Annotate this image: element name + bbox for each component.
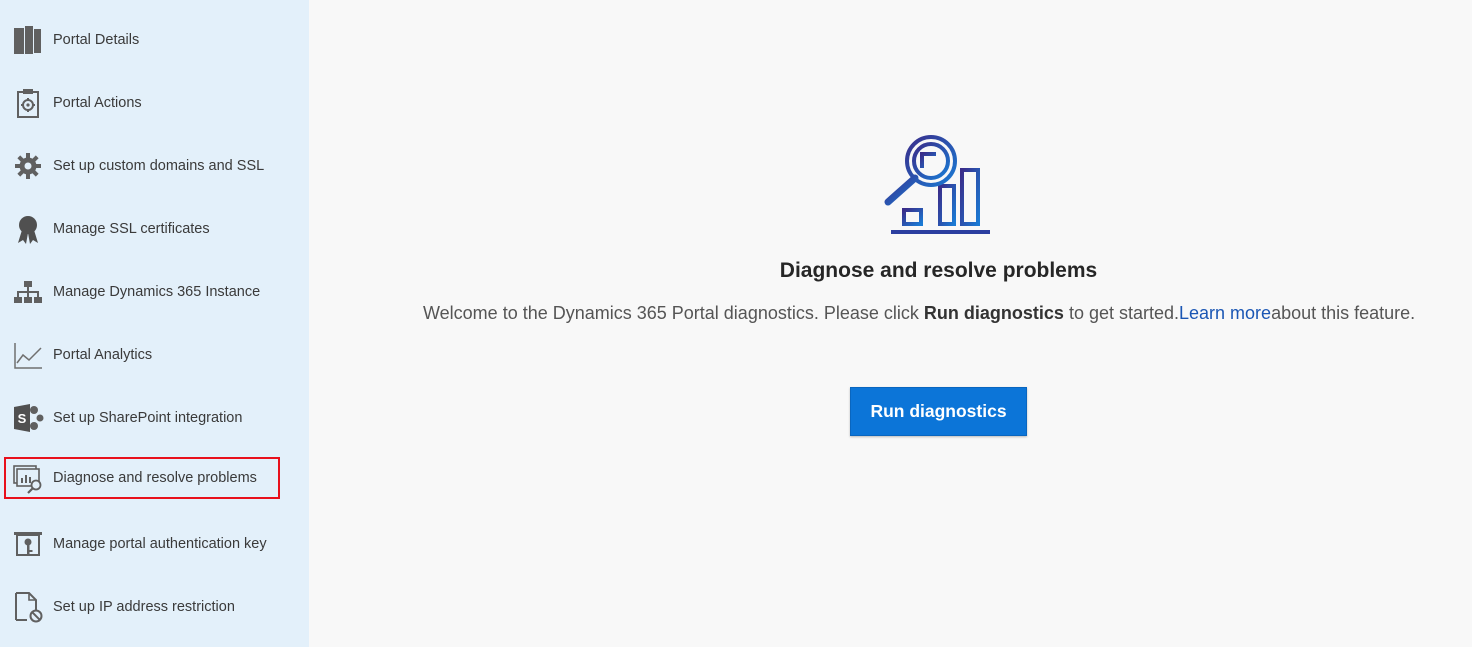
welcome-text-suffix: about this feature. [1271,303,1416,323]
sidebar-item-label: Manage portal authentication key [53,536,267,552]
sharepoint-icon: S [12,402,44,434]
sidebar-item-sharepoint[interactable]: S Set up SharePoint integration [4,397,280,439]
portal-actions-icon [12,87,44,119]
key-icon [12,528,44,560]
welcome-text-middle: to get started. [1068,303,1180,323]
welcome-message: Welcome to the Dynamics 365 Portal diagn… [423,303,1415,324]
sidebar-item-portal-analytics[interactable]: Portal Analytics [4,334,280,376]
sidebar-item-ssl-certificates[interactable]: Manage SSL certificates [4,208,280,250]
sidebar-item-diagnose[interactable]: Diagnose and resolve problems [4,457,280,499]
sidebar: Portal Details Portal Actions Set up cus… [0,0,309,647]
sidebar-item-auth-key[interactable]: Manage portal authentication key [4,523,280,565]
sidebar-item-label: Manage Dynamics 365 Instance [53,284,261,300]
sidebar-item-portal-details[interactable]: Portal Details [4,19,280,61]
welcome-text: Welcome to the Dynamics 365 Portal diagn… [423,303,919,323]
sidebar-item-label: Set up IP address restriction [53,599,235,615]
diagnostics-chart-magnifier-icon [884,128,994,238]
svg-text:S: S [18,411,27,426]
certificate-ribbon-icon [12,213,44,245]
sidebar-item-label: Set up SharePoint integration [53,410,243,426]
main-content: Diagnose and resolve problems Welcome to… [309,0,1472,647]
sidebar-item-label: Set up custom domains and SSL [53,158,265,174]
gear-icon [12,150,44,182]
sidebar-item-dynamics-instance[interactable]: Manage Dynamics 365 Instance [4,271,280,313]
line-chart-icon [12,339,44,371]
portal-details-icon [12,24,44,56]
run-diagnostics-button[interactable]: Run diagnostics [850,387,1027,436]
sidebar-item-custom-domains[interactable]: Set up custom domains and SSL [4,145,280,187]
page-title: Diagnose and resolve problems [779,259,1098,282]
welcome-bold-text: Run diagnostics [923,303,1064,323]
sidebar-item-label: Diagnose and resolve problems [53,470,257,486]
sidebar-item-ip-restriction[interactable]: Set up IP address restriction [4,586,280,628]
sidebar-item-label: Manage SSL certificates [53,221,210,237]
sidebar-item-label: Portal Actions [53,95,142,111]
diagnose-icon [12,462,44,494]
hierarchy-icon [12,276,44,308]
sidebar-item-label: Portal Analytics [53,347,153,363]
learn-more-link[interactable]: Learn more [1179,303,1271,323]
ip-restriction-icon [12,591,44,623]
sidebar-item-label: Portal Details [53,32,140,48]
sidebar-item-portal-actions[interactable]: Portal Actions [4,82,280,124]
